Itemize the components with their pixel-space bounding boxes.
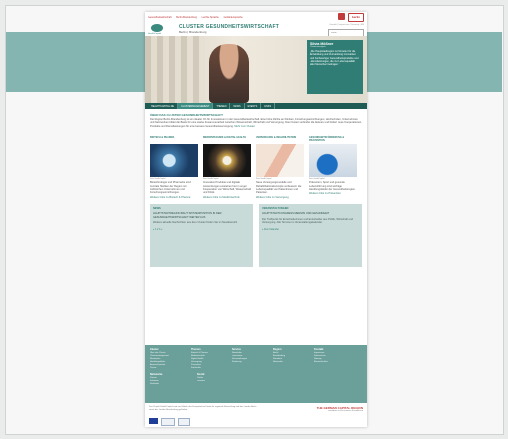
brandenburg-logo[interactable] [338,13,345,20]
top-links: Gesundheitswirtschaft Berlin-Brandenburg… [148,16,247,19]
teaser-row: Biotech & Pharma Foto: HealthCapital Bio… [145,128,367,199]
news-pager[interactable]: « 1 2 3 » [153,228,250,231]
teaser-title[interactable]: Versorgung & Rehabilitation [256,136,304,143]
image-caption: Foto: HealthCapital [150,178,166,181]
partner-logos: berlin [338,13,364,22]
image-caption: Foto: HealthCapital [309,178,325,181]
footer-heading: Themen [191,348,201,351]
footer-column: Netzwerke Partner Initiativen Verbände [150,373,187,386]
footer-link[interactable]: LinkedIn [197,380,234,383]
image-caption: Foto: HealthCapital [256,178,272,181]
hero-banner: Silvia Mößner Clustermanagerin „Die Haup… [145,36,367,103]
quote-role: Clustermanagerin [310,46,326,48]
box-title: News [153,207,161,211]
footer-column: Cluster Über das Cluster Clustermanageme… [150,348,187,370]
teaser-title[interactable]: Medizintechnik & Digital Health [203,136,251,143]
teaser-title[interactable]: Biotech & Pharma [150,136,198,143]
footer-column: Service Newsletter Downloads Veranstaltu… [232,348,269,370]
web-page: Gesundheitswirtschaft Berlin-Brandenburg… [145,12,367,427]
healthcapital-logo[interactable] [151,24,163,32]
teaser-more-link[interactable]: Weitere Infos zu Biotech & Pharma [150,196,198,199]
eu-flag-icon [149,418,158,424]
footer-heading: Region [273,348,282,351]
image-caption: Foto: HealthCapital [203,178,219,181]
footer-heading: Netzwerke [150,373,163,376]
teaser-text: Neue Versorgungsmodelle und Rehabilitati… [256,181,302,195]
capital-region-tagline: excellence in life sciences & healthcare [328,410,363,412]
box-title: Veranstaltungen [262,207,289,211]
events-link[interactable]: » Zum Kalender [262,228,359,231]
news-events-row: News HAUPTSTADTREGION BAUT SPITZENPOSITI… [145,199,367,268]
footer-link[interactable]: Verbände [150,383,187,386]
box-text: Weitere aktuelle Nachrichten aus dem Clu… [153,221,238,225]
footer-link[interactable]: Förderung [232,361,269,364]
footer-column: Kontakt Impressum Datenschutz Sitemap Ba… [314,348,351,370]
page-bottom: Das Projekt HealthCapital wird aus Mitte… [145,403,367,427]
nav-item-themen[interactable]: THEMEN [213,103,231,109]
teaser-image[interactable] [256,144,304,178]
top-link[interactable]: Gebärdensprache [224,16,243,19]
teaser-image[interactable] [309,144,357,178]
funding-notice: Das Projekt HealthCapital wird aus Mitte… [149,406,257,411]
nav-item-links[interactable]: LINKS [261,103,276,109]
teaser-image[interactable] [203,144,251,178]
nav-item-home[interactable]: HEALTHCAPITAL.DE [148,103,179,109]
top-link[interactable]: Leichte Sprache [202,16,219,19]
footer-link[interactable]: Fachkräfte [191,367,228,370]
funding-logos [149,418,190,426]
footer-link[interactable]: Barrierefreiheit [314,361,351,364]
site-subtitle: Berlin | Brandenburg [179,30,207,34]
quote-text: „Die Hauptstadtregion ist Vorreiter für … [310,50,359,67]
site-header: HealthCapital CLUSTER GESUNDHEITSWIRTSCH… [145,22,367,37]
nav-item-news[interactable]: NEWS [230,103,245,109]
teaser-text: Biotechnologie und Pharmazie sind zentra… [150,181,191,195]
teaser-card: Gesundheitsförderung & Prävention Foto: … [309,136,357,199]
footer-column: Social Twitter LinkedIn [197,373,234,386]
footer-link[interactable]: Presse [150,367,187,370]
footer-row-2: Netzwerke Partner Initiativen Verbände S… [145,370,367,386]
top-bar: Gesundheitswirtschaft Berlin-Brandenburg… [145,12,367,22]
footer-column: Themen Biotech & Pharma Medizintechnik D… [191,348,228,370]
teaser-image[interactable] [150,144,198,178]
footer-heading: Kontakt [314,348,324,351]
hero-background [145,36,205,103]
nav-item-events[interactable]: EVENTS [245,103,262,109]
top-link[interactable]: Gesundheitswirtschaft [148,16,172,19]
hero-photo [209,44,249,103]
footer-column: Region Berlin Brandenburg Standorte Netz… [273,348,310,370]
box-text: Der Treffpunkt für Entscheiderinnen und … [262,217,353,225]
footer-heading: Social [197,373,205,376]
top-link[interactable]: Berlin-Brandenburg [176,16,197,19]
teaser-card: Biotech & Pharma Foto: HealthCapital Bio… [150,136,198,199]
footer-columns: Cluster Über das Cluster Clustermanageme… [145,345,367,370]
footer-link[interactable]: Netzwerke [273,361,310,364]
nav-item-clustermanagement[interactable]: CLUSTERMANAGEMENT [178,103,214,109]
box-headline[interactable]: HAUPTSTADTKONGRESS MEDIZIN UND GESUNDHEI… [262,212,359,215]
events-box: Veranstaltungen HAUPTSTADTKONGRESS MEDIZ… [259,204,362,268]
intro-heading: ÜBER DAS CLUSTER GESUNDHEITSWIRTSCHAFT [150,113,224,117]
logo-text: HealthCapital [148,33,162,35]
teaser-more-link[interactable]: Weitere Infos zu Medizintechnik [203,196,251,199]
footer-heading: Cluster [150,348,159,351]
footer-heading: Service [232,348,241,351]
news-box: News HAUPTSTADTREGION BAUT SPITZENPOSITI… [150,204,253,268]
intro-section: ÜBER DAS CLUSTER GESUNDHEITSWIRTSCHAFT D… [145,109,367,128]
hero-quote-box: Silvia Mößner Clustermanagerin „Die Haup… [307,40,363,94]
teaser-card: Versorgung & Rehabilitation Foto: Health… [256,136,304,199]
tsb-logo [178,418,190,426]
intro-link[interactable]: Mehr zum Cluster [234,125,254,128]
teaser-title[interactable]: Gesundheitsförderung & Prävention [309,136,357,143]
site-footer: Cluster Über das Cluster Clustermanageme… [145,345,367,403]
intro-text: Die Region Berlin-Brandenburg ist ein id… [150,118,362,128]
teaser-text: Prävention, Sport und gesunde Lebensführ… [309,181,356,192]
teaser-text: Innovative Produkte und digitale Anwendu… [203,181,252,195]
box-headline[interactable]: HAUPTSTADTREGION BAUT SPITZENPOSITION IN… [153,212,250,219]
berlin-logo[interactable]: berlin [348,13,364,22]
utility-links[interactable]: Kontakt | Impressum | Sitemap | EN [329,24,364,26]
teaser-more-link[interactable]: Weitere Infos zu Prävention [309,192,357,195]
efre-logo [161,418,175,426]
teaser-more-link[interactable]: Weitere Infos zu Versorgung [256,196,304,199]
teaser-card: Medizintechnik & Digital Health Foto: He… [203,136,251,199]
